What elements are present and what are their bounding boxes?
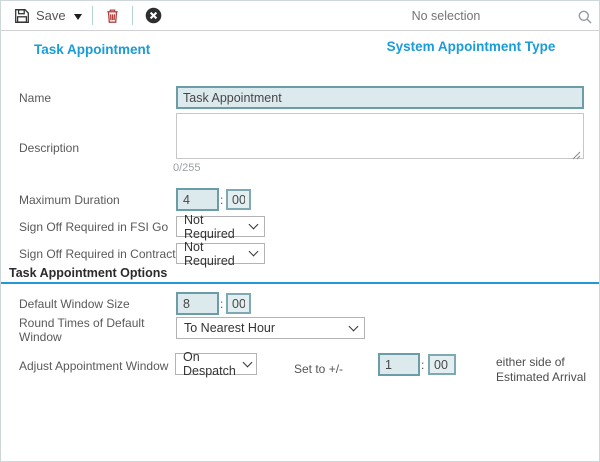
adjust-window-value: On Despatch — [183, 350, 236, 378]
signoff-fsigo-select[interactable]: Not Required — [176, 216, 265, 237]
adjust-window-suffix: either side of Estimated Arrival — [496, 355, 588, 385]
adjust-window-select[interactable]: On Despatch — [175, 353, 257, 375]
signoff-contractor-value: Not Required — [184, 240, 242, 268]
toolbar: Save — [1, 1, 599, 31]
panel-title: System Appointment Type — [341, 39, 600, 54]
options-section-rule — [1, 282, 600, 284]
name-label: Name — [19, 91, 51, 105]
description-label: Description — [19, 141, 79, 155]
signoff-fsigo-label: Sign Off Required in FSI Go — [19, 220, 168, 234]
signoff-fsigo-value: Not Required — [184, 213, 242, 241]
round-times-value: To Nearest Hour — [184, 321, 275, 335]
chevron-down-icon — [242, 357, 252, 367]
adjust-window-hours-input[interactable] — [378, 353, 420, 376]
description-char-counter: 0/255 — [173, 162, 201, 174]
set-to-label: Set to +/- — [294, 362, 343, 376]
resize-grip-icon[interactable] — [571, 147, 581, 165]
default-window-minutes-input[interactable] — [226, 293, 251, 314]
name-input[interactable] — [176, 86, 584, 109]
default-window-hours-input[interactable] — [176, 292, 219, 315]
adjust-window-minutes-input[interactable] — [428, 354, 456, 375]
maximum-duration-label: Maximum Duration — [19, 193, 120, 207]
save-button-label: Save — [36, 8, 66, 23]
options-section-title: Task Appointment Options — [9, 266, 167, 280]
save-icon — [14, 8, 30, 24]
round-times-select[interactable]: To Nearest Hour — [176, 317, 365, 339]
selection-status-text: No selection — [412, 9, 481, 23]
save-dropdown-caret-icon[interactable] — [74, 14, 82, 20]
time-separator: : — [220, 193, 223, 207]
cancel-button[interactable] — [133, 7, 174, 24]
chevron-down-icon — [349, 321, 359, 331]
time-separator: : — [220, 297, 223, 311]
round-times-label: Round Times of Default Window — [19, 316, 157, 344]
search-icon[interactable] — [578, 10, 592, 29]
default-window-size-label: Default Window Size — [19, 297, 130, 311]
trash-icon — [105, 8, 120, 24]
maximum-duration-minutes-input[interactable] — [226, 189, 251, 210]
record-title: Task Appointment — [34, 42, 150, 57]
save-button[interactable]: Save — [1, 8, 70, 24]
delete-button[interactable] — [93, 8, 132, 24]
circle-x-icon — [145, 7, 162, 24]
chevron-down-icon — [249, 247, 259, 257]
selection-lookup[interactable]: No selection — [331, 1, 561, 31]
signoff-contractor-select[interactable]: Not Required — [176, 243, 265, 264]
maximum-duration-hours-input[interactable] — [176, 188, 219, 211]
description-textarea[interactable] — [176, 113, 584, 159]
adjust-window-label: Adjust Appointment Window — [19, 359, 168, 373]
time-separator: : — [421, 358, 424, 372]
signoff-contractor-label: Sign Off Required in Contractor — [19, 247, 186, 261]
appointment-type-window: Save — [0, 0, 600, 462]
chevron-down-icon — [249, 220, 259, 230]
